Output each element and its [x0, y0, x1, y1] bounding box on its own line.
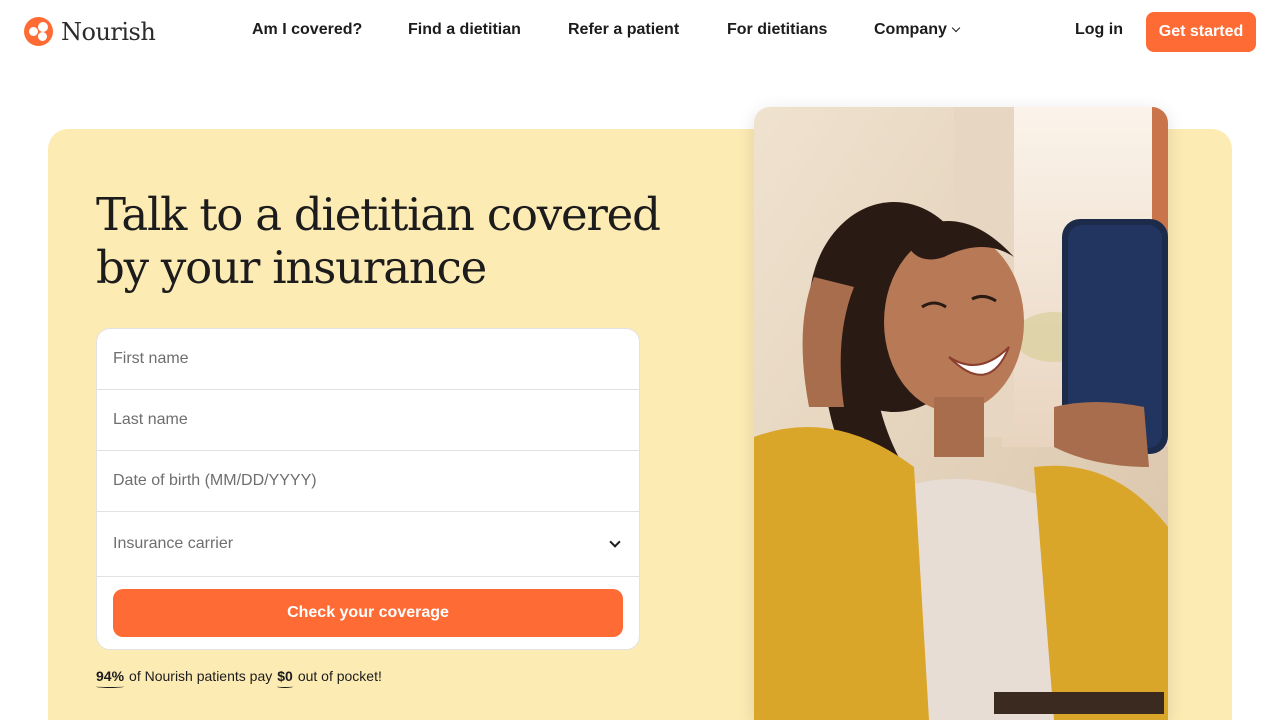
woman-smiling-at-phone-photo — [754, 107, 1168, 720]
insurance-carrier-select[interactable]: Insurance carrier — [97, 512, 639, 577]
coverage-stat: 94% of Nourish patients pay $0 out of po… — [96, 668, 382, 688]
insurance-carrier-placeholder: Insurance carrier — [113, 535, 234, 552]
date-of-birth-field[interactable]: Date of birth (MM/DD/YYYY) — [97, 451, 639, 512]
site-header: Nourish Am I covered? Find a dietitian R… — [0, 0, 1280, 64]
get-started-button[interactable]: Get started — [1146, 12, 1256, 52]
nav-refer-a-patient[interactable]: Refer a patient — [568, 21, 679, 39]
nav-for-dietitians[interactable]: For dietitians — [727, 21, 827, 39]
nav-company-label: Company — [874, 21, 947, 38]
nav-am-i-covered[interactable]: Am I covered? — [252, 21, 362, 39]
chevron-down-icon — [609, 536, 621, 548]
stat-text-1: of Nourish patients pay — [129, 668, 273, 684]
first-name-field[interactable]: First name — [97, 329, 639, 390]
stat-amount: $0 — [277, 668, 293, 688]
stat-text-2: out of pocket! — [297, 668, 382, 684]
nav-find-a-dietitian[interactable]: Find a dietitian — [408, 21, 521, 39]
check-coverage-button[interactable]: Check your coverage — [113, 589, 623, 637]
stat-percent: 94% — [96, 668, 125, 688]
coverage-form: First name Last name Date of birth (MM/D… — [96, 328, 640, 650]
hero-title: Talk to a dietitian covered by your insu… — [96, 188, 661, 294]
hero-photo — [754, 107, 1168, 720]
nav-company[interactable]: Company — [874, 21, 961, 39]
nourish-logo-icon — [24, 17, 53, 46]
chevron-down-icon — [951, 23, 961, 33]
last-name-field[interactable]: Last name — [97, 390, 639, 451]
login-link[interactable]: Log in — [1075, 21, 1123, 39]
nourish-logo[interactable]: Nourish — [24, 17, 156, 46]
logo-text: Nourish — [61, 17, 156, 46]
